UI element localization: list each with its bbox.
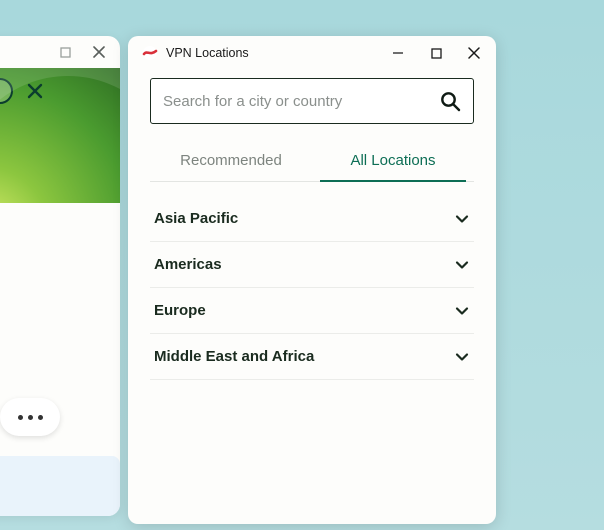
tab-recommended[interactable]: Recommended (150, 142, 312, 181)
titlebar: VPN Locations (128, 36, 496, 70)
region-label: Europe (154, 302, 206, 319)
vpn-locations-window: VPN Locations Rec (128, 36, 496, 524)
chevron-down-icon (454, 211, 470, 227)
chevron-down-icon (454, 349, 470, 365)
close-button[interactable] (466, 45, 482, 61)
search-icon[interactable] (439, 90, 461, 112)
region-row-middle-east-africa[interactable]: Middle East and Africa (150, 334, 474, 380)
more-button[interactable] (0, 398, 60, 436)
tabs: Recommended All Locations (150, 142, 474, 182)
bg-maximize-button[interactable] (58, 45, 73, 60)
region-list: Asia Pacific Americas Europe Middle East… (150, 196, 474, 380)
background-window: s New ly. (0, 36, 120, 516)
region-label: Middle East and Africa (154, 348, 314, 365)
chevron-down-icon (454, 303, 470, 319)
region-row-americas[interactable]: Americas (150, 242, 474, 288)
region-row-europe[interactable]: Europe (150, 288, 474, 334)
background-info-card: ly. (0, 456, 120, 516)
bg-close-button[interactable] (91, 45, 106, 60)
whats-new-pill[interactable]: s New (0, 78, 13, 104)
tab-label: All Locations (350, 152, 435, 169)
region-label: Asia Pacific (154, 210, 238, 227)
background-hero: s New (0, 68, 120, 203)
region-label: Americas (154, 256, 222, 273)
maximize-button[interactable] (428, 45, 444, 61)
tab-all-locations[interactable]: All Locations (312, 142, 474, 181)
chevron-down-icon (454, 257, 470, 273)
background-titlebar (0, 36, 120, 68)
minimize-button[interactable] (390, 45, 406, 61)
tab-label: Recommended (180, 152, 282, 169)
search-box[interactable] (150, 78, 474, 124)
region-row-asia-pacific[interactable]: Asia Pacific (150, 196, 474, 242)
search-input[interactable] (163, 93, 439, 110)
app-icon (142, 45, 158, 61)
window-title: VPN Locations (166, 46, 249, 60)
dismiss-icon[interactable] (23, 79, 47, 103)
